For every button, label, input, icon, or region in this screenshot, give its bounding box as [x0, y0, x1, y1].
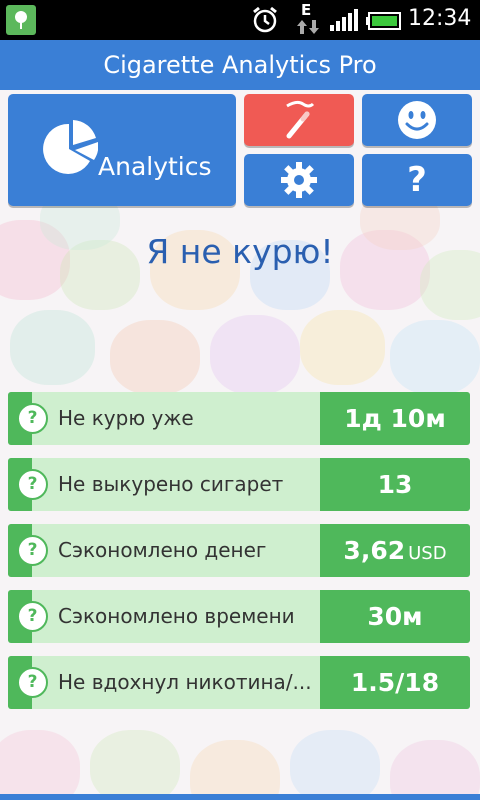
- app-title: Cigarette Analytics Pro: [0, 40, 480, 90]
- gear-icon: [281, 162, 317, 198]
- signal-icon: [330, 9, 358, 35]
- status-bar: E 12:34: [0, 0, 480, 40]
- stat-value-number: 30м: [367, 602, 423, 631]
- help-circle-icon[interactable]: ?: [17, 403, 48, 434]
- question-mark-icon: ?: [407, 160, 427, 200]
- help-circle-icon[interactable]: ?: [17, 469, 48, 500]
- alarm-clock-icon: [250, 5, 280, 39]
- cigarette-button[interactable]: [244, 94, 354, 146]
- battery-icon: [366, 12, 402, 34]
- analytics-label: Analytics: [98, 152, 212, 181]
- help-circle-icon[interactable]: ?: [17, 667, 48, 698]
- stat-value: 3,62 USD: [320, 524, 470, 577]
- smiley-icon: [398, 101, 436, 139]
- stat-label: Сэкономлено денег: [58, 538, 267, 562]
- cigarette-icon: [286, 100, 315, 139]
- settings-button[interactable]: [244, 154, 354, 206]
- data-arrows-icon: E: [296, 1, 320, 38]
- stat-value-number: 3,62: [343, 536, 406, 565]
- help-button[interactable]: ?: [362, 154, 472, 206]
- currency-unit: USD: [408, 543, 447, 564]
- help-circle-icon[interactable]: ?: [17, 535, 48, 566]
- network-type-label: E: [301, 1, 312, 19]
- stat-label: Сэкономлено времени: [58, 604, 295, 628]
- pie-chart-icon: [43, 120, 98, 174]
- stat-row-nicotine[interactable]: ? Не вдохнул никотина/... 1.5/18: [8, 656, 470, 709]
- status-time: 12:34: [408, 6, 472, 31]
- stat-row-not-smoking-time[interactable]: ? Не курю уже 1д 10м: [8, 392, 470, 445]
- stat-label: Не выкурено сигарет: [58, 472, 284, 496]
- stat-row-money-saved[interactable]: ? Сэкономлено денег 3,62 USD: [8, 524, 470, 577]
- bottom-bar: [0, 794, 480, 800]
- status-headline: Я не курю!: [146, 232, 334, 271]
- stat-value: 13: [320, 458, 470, 511]
- stat-value-number: 1д 10м: [344, 404, 446, 433]
- analytics-button[interactable]: Analytics: [8, 94, 236, 206]
- stat-value: 30м: [320, 590, 470, 643]
- stat-value: 1.5/18: [320, 656, 470, 709]
- app-tree-icon: [6, 5, 36, 35]
- stat-label: Не курю уже: [58, 406, 194, 430]
- stat-value-number: 13: [377, 470, 413, 499]
- help-circle-icon[interactable]: ?: [17, 601, 48, 632]
- stat-value: 1д 10м: [320, 392, 470, 445]
- stat-value-number: 1.5/18: [350, 668, 440, 697]
- stat-row-cigarettes-not-smoked[interactable]: ? Не выкурено сигарет 13: [8, 458, 470, 511]
- smile-button[interactable]: [362, 94, 472, 146]
- stat-row-time-saved[interactable]: ? Сэкономлено времени 30м: [8, 590, 470, 643]
- stat-label: Не вдохнул никотина/...: [58, 670, 312, 694]
